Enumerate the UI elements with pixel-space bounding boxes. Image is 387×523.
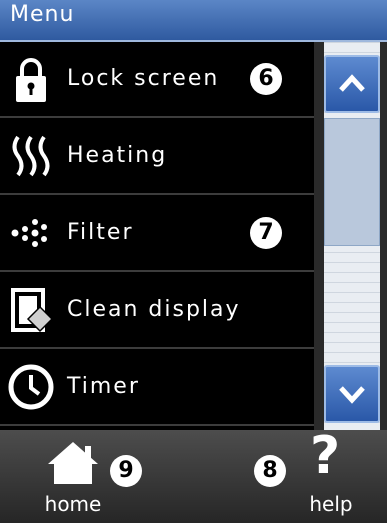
callout-badge: 8 xyxy=(254,455,286,487)
callout-badge: 9 xyxy=(110,455,142,487)
home-icon xyxy=(48,442,98,484)
scrollbar[interactable] xyxy=(314,42,387,430)
heating-icon xyxy=(12,135,50,177)
menu-item-lock-screen[interactable]: Lock screen 6 xyxy=(0,42,314,118)
home-label: home xyxy=(44,492,102,516)
scroll-up-button[interactable] xyxy=(324,55,380,113)
chevron-down-icon xyxy=(339,386,365,404)
footer-bar: home 9 8 ? help xyxy=(0,430,387,523)
title-bar: Menu xyxy=(0,0,387,42)
scroll-thumb[interactable] xyxy=(324,118,380,246)
menu-item-clean-display[interactable]: Clean display xyxy=(0,273,314,349)
help-button[interactable]: ? help xyxy=(296,430,366,522)
menu-item-label: Heating xyxy=(67,143,168,168)
home-button[interactable]: home xyxy=(38,438,108,522)
scroll-down-button[interactable] xyxy=(324,365,380,423)
menu-list: Lock screen 6 Heating Filter 7 Clean dis… xyxy=(0,42,314,430)
menu-item-heating[interactable]: Heating xyxy=(0,119,314,195)
menu-item-label: Lock screen xyxy=(67,66,220,91)
chevron-up-icon xyxy=(339,74,365,92)
menu-item-label: Clean display xyxy=(67,297,241,322)
callout-badge: 6 xyxy=(250,63,282,95)
menu-item-label: Timer xyxy=(67,374,140,399)
clean-display-icon xyxy=(11,288,54,333)
help-label: help xyxy=(309,492,353,516)
page-title: Menu xyxy=(10,2,75,27)
filter-icon xyxy=(11,219,47,247)
question-mark-icon: ? xyxy=(310,426,341,486)
lock-icon xyxy=(16,58,46,102)
menu-item-timer[interactable]: Timer xyxy=(0,350,314,426)
menu-item-filter[interactable]: Filter 7 xyxy=(0,196,314,272)
callout-badge: 7 xyxy=(250,217,282,249)
clock-icon xyxy=(8,364,54,410)
menu-item-label: Filter xyxy=(67,220,134,245)
